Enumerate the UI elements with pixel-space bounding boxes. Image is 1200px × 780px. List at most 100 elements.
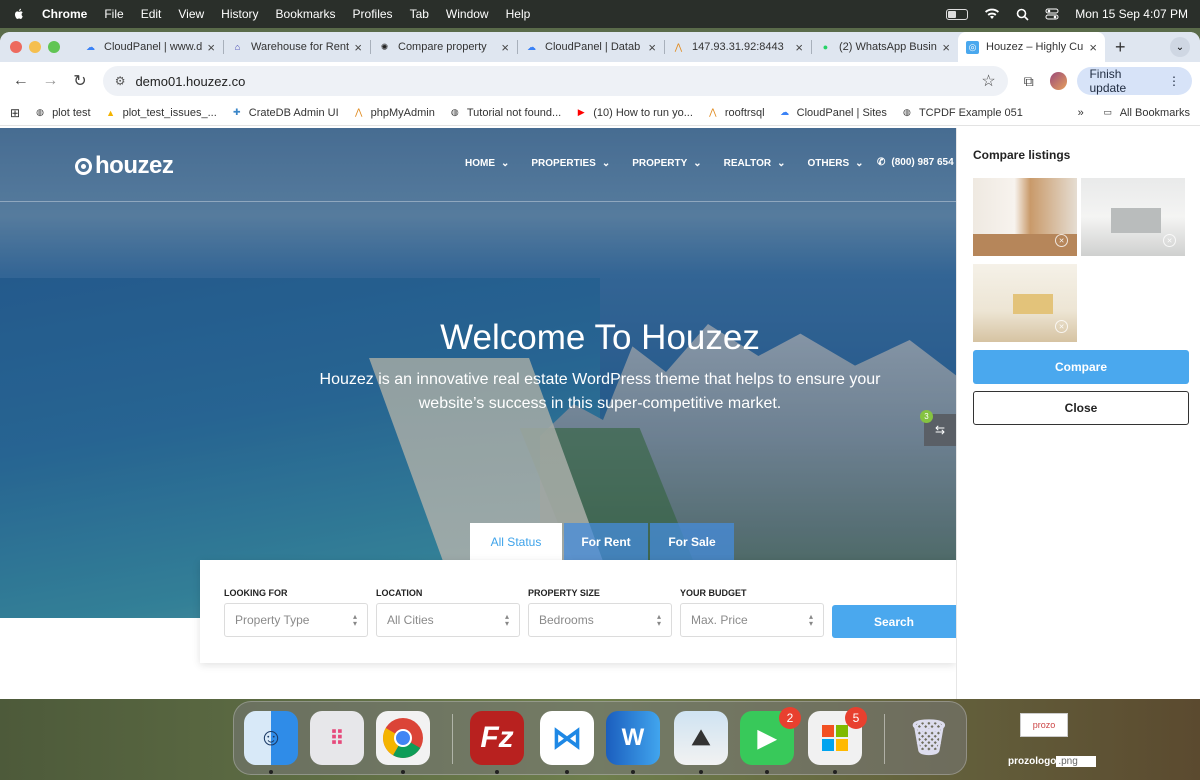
bookmark-item[interactable]: ▲ plot_test_issues_... [105,107,217,119]
bedrooms-select[interactable]: Bedrooms ▴ ▾ [528,603,672,637]
menu-profiles[interactable]: Profiles [353,7,393,21]
search-button[interactable]: Search [832,605,956,638]
bookmark-item[interactable]: ✚ CrateDB Admin UI [231,107,339,119]
finder-icon[interactable]: ☺ [244,711,298,765]
menu-app-name[interactable]: Chrome [42,7,87,21]
close-tab-icon[interactable]: × [648,40,656,55]
apple-icon[interactable] [12,7,26,21]
close-tab-icon[interactable]: × [1089,40,1097,55]
battery-icon[interactable] [946,8,969,20]
close-window-button[interactable] [10,41,22,53]
bookmark-star-icon[interactable]: ☆ [981,71,995,91]
location-select[interactable]: All Cities ▴ ▾ [376,603,520,637]
all-bookmarks-button[interactable]: ▭ All Bookmarks [1102,107,1190,119]
remove-listing-icon[interactable]: ✕ [1055,234,1068,247]
menu-edit[interactable]: Edit [141,7,162,21]
new-tab-button[interactable]: + [1115,37,1126,58]
word-icon[interactable]: W [606,711,660,765]
bookmark-item[interactable]: ▶ (10) How to run yo... [575,107,693,119]
trash-icon[interactable]: 🗑 [902,711,956,765]
more-bookmarks-icon[interactable]: » [1078,107,1084,119]
browser-tab[interactable]: ☁ CloudPanel | Datab × [517,32,664,62]
tab-for-rent[interactable]: For Rent [564,523,648,561]
address-bar[interactable]: ⚙ demo01.houzez.co ☆ [102,66,1008,96]
browser-tab[interactable]: ● (2) WhatsApp Busin × [811,32,958,62]
bookmark-item[interactable]: ◍ Tutorial not found... [449,107,561,119]
nav-label: PROPERTIES [531,158,596,169]
forward-button[interactable]: → [38,72,64,90]
bookmark-item[interactable]: ⋀ phpMyAdmin [353,107,435,119]
browser-tab[interactable]: ✺ Compare property × [370,32,517,62]
chrome-icon[interactable] [376,711,430,765]
profile-avatar[interactable] [1049,72,1068,90]
zoom-window-button[interactable] [48,41,60,53]
close-tab-icon[interactable]: × [207,40,215,55]
compare-thumbnail[interactable]: ✕ [1081,178,1185,256]
bookmark-item[interactable]: ◍ TCPDF Example 051 [901,107,1023,119]
hero-subtitle: Houzez is an innovative real estate Word… [319,371,881,412]
macos-dock: ☺ ⠿ Fz ⋈ W ⛰ ▶ 2 5 🗑 [233,701,967,775]
menu-file[interactable]: File [104,7,123,21]
apps-grid-icon[interactable]: ⊞ [10,106,20,120]
vscode-icon[interactable]: ⋈ [540,711,594,765]
browser-tab[interactable]: ⌂ Warehouse for Rent × [223,32,370,62]
browser-tab[interactable]: ⋀ 147.93.31.92:8443 × [664,32,811,62]
folder-icon: ▭ [1103,107,1112,117]
site-info-icon[interactable]: ⚙ [115,74,126,88]
nav-others[interactable]: OTHERS ⌄ [807,158,863,169]
close-tab-icon[interactable]: × [354,40,362,55]
tab-search-icon[interactable]: ⌄ [1170,37,1190,57]
running-indicator [765,770,769,774]
launchpad-icon[interactable]: ⠿ [310,711,364,765]
bookmark-label: plot test [52,106,91,119]
menu-bookmarks[interactable]: Bookmarks [276,7,336,21]
extensions-icon[interactable]: ⧉ [1024,73,1034,90]
desktop-file-label[interactable]: prozologo .png [1008,756,1096,767]
tab-for-sale[interactable]: For Sale [650,523,734,561]
compare-panel-title: Compare listings [973,148,1071,162]
close-panel-button[interactable]: Close [973,391,1189,425]
dock-separator [452,714,453,764]
bookmark-item[interactable]: ⋀ rooftrsql [707,107,764,119]
phone-link[interactable]: ✆ (800) 987 654 [877,157,954,168]
menu-history[interactable]: History [221,7,258,21]
nav-realtor[interactable]: REALTOR ⌄ [724,158,786,169]
wifi-icon[interactable] [984,8,1000,20]
control-center-icon[interactable] [1045,8,1059,20]
preview-icon[interactable]: ⛰ [674,711,728,765]
compare-arrows-icon: ⇆ [934,423,946,437]
browser-tab[interactable]: ☁ CloudPanel | www.d × [76,32,223,62]
remove-listing-icon[interactable]: ✕ [1055,320,1068,333]
compare-thumbnail[interactable]: ✕ [973,178,1077,256]
compare-button[interactable]: Compare [973,350,1189,384]
nav-property[interactable]: PROPERTY ⌄ [632,158,701,169]
max-price-select[interactable]: Max. Price ▴ ▾ [680,603,824,637]
compare-thumbnail[interactable]: ✕ [973,264,1077,342]
close-tab-icon[interactable]: × [501,40,509,55]
site-logo[interactable]: houzez [75,152,174,180]
menu-window[interactable]: Window [446,7,489,21]
desktop-file-thumbnail[interactable]: prozo [1020,713,1068,737]
tab-strip: ☁ CloudPanel | www.d × ⌂ Warehouse for R… [0,32,1200,62]
property-type-select[interactable]: Property Type ▴ ▾ [224,603,368,637]
nav-properties[interactable]: PROPERTIES ⌄ [531,158,610,169]
finish-update-button[interactable]: Finish update ⋮ [1077,67,1192,95]
filezilla-icon[interactable]: Fz [470,711,524,765]
menu-view[interactable]: View [178,7,204,21]
close-tab-icon[interactable]: × [942,40,950,55]
back-button[interactable]: ← [8,72,34,90]
nav-home[interactable]: HOME ⌄ [465,158,509,169]
bookmark-item[interactable]: ☁ CloudPanel | Sites [779,107,887,119]
close-tab-icon[interactable]: × [795,40,803,55]
reload-button[interactable]: ↻ [67,71,93,91]
tab-all-status[interactable]: All Status [470,523,562,561]
remove-listing-icon[interactable]: ✕ [1163,234,1176,247]
menu-clock[interactable]: Mon 15 Sep 4:07 PM [1075,7,1188,21]
browser-tab-active[interactable]: ◎ Houzez – Highly Cu × [958,32,1105,62]
phone-icon: ✆ [877,157,886,168]
menu-tab[interactable]: Tab [410,7,429,21]
bookmark-item[interactable]: ◍ plot test [34,106,91,119]
menu-help[interactable]: Help [506,7,531,21]
minimize-window-button[interactable] [29,41,41,53]
spotlight-search-icon[interactable] [1016,8,1029,21]
